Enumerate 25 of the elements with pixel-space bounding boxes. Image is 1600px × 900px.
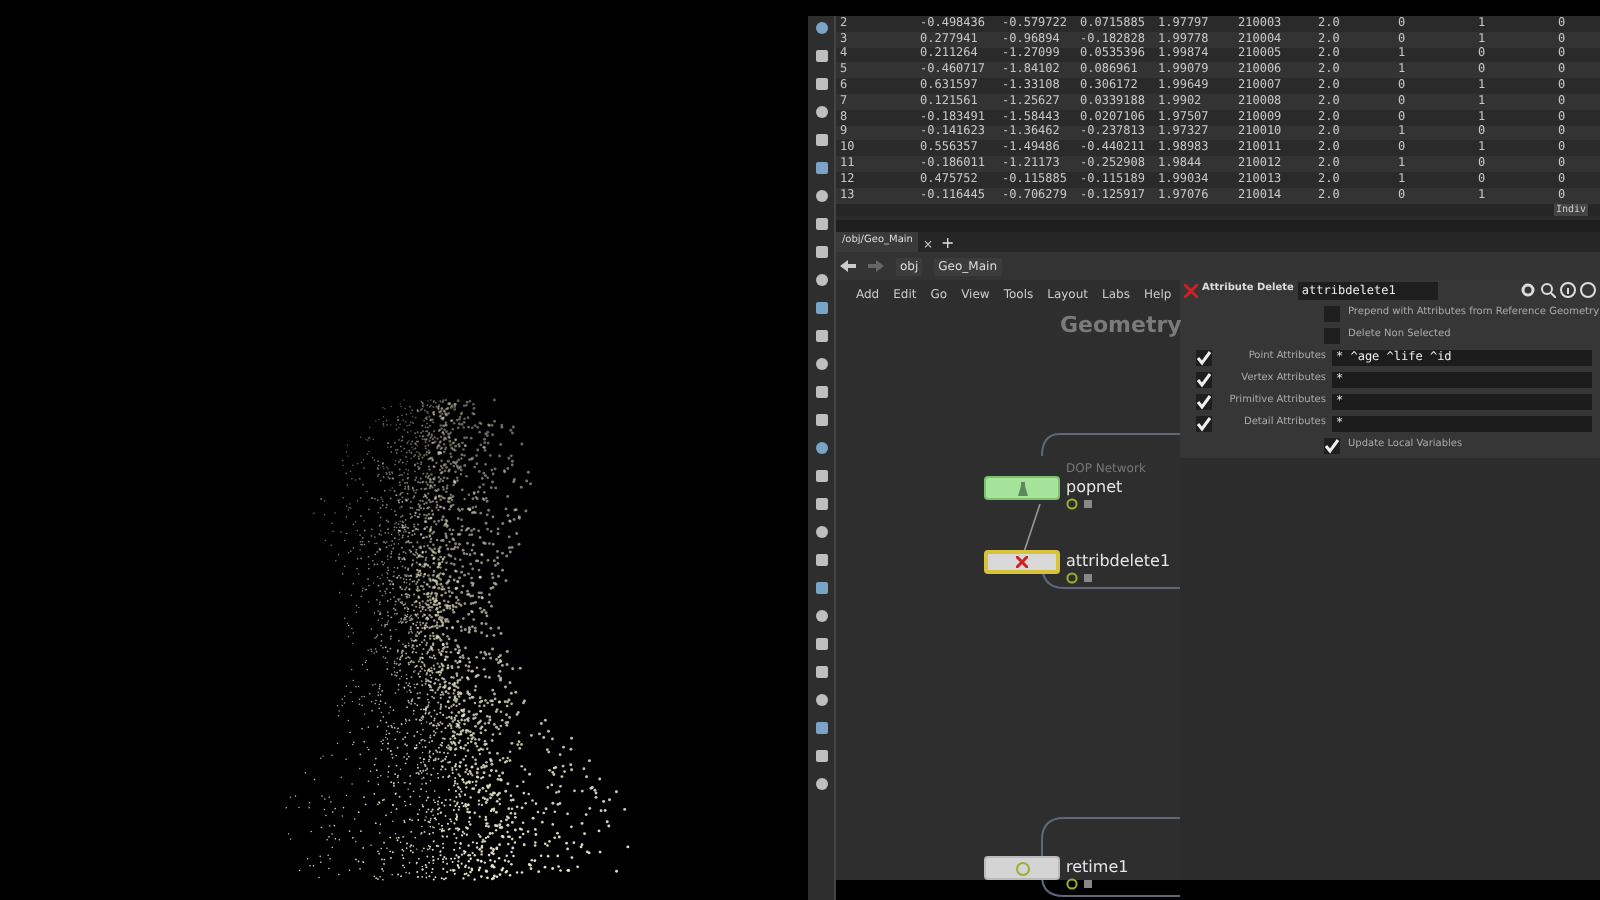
info-icon[interactable] xyxy=(1560,282,1576,298)
back-arrow-icon[interactable] xyxy=(840,260,856,272)
node-name: retime1 xyxy=(1066,856,1129,878)
node[interactable] xyxy=(984,476,1060,500)
node-name: attribdelete1 xyxy=(1066,550,1171,572)
search-icon[interactable] xyxy=(1540,282,1556,298)
checkbox[interactable] xyxy=(1196,393,1212,409)
node-name: popnet xyxy=(1066,476,1123,498)
context-label: Geometry xyxy=(1060,310,1182,342)
node-flag-icon xyxy=(1066,572,1098,584)
node[interactable] xyxy=(984,856,1060,880)
cross-icon xyxy=(1016,556,1028,568)
checkbox[interactable] xyxy=(1324,437,1340,453)
node[interactable] xyxy=(984,550,1060,574)
flask-icon xyxy=(1017,481,1027,495)
checkbox[interactable] xyxy=(1324,305,1340,321)
checkbox[interactable] xyxy=(1196,415,1212,431)
node-flag-icon xyxy=(1066,498,1098,510)
checkbox[interactable] xyxy=(1196,371,1212,387)
network-box-outline xyxy=(1036,816,1180,900)
node-type-icon xyxy=(1184,283,1198,297)
node-flag-icon xyxy=(1066,878,1098,890)
checkbox[interactable] xyxy=(1324,327,1340,343)
add-tab-button[interactable]: + xyxy=(936,236,959,252)
checkbox[interactable] xyxy=(1196,349,1212,365)
